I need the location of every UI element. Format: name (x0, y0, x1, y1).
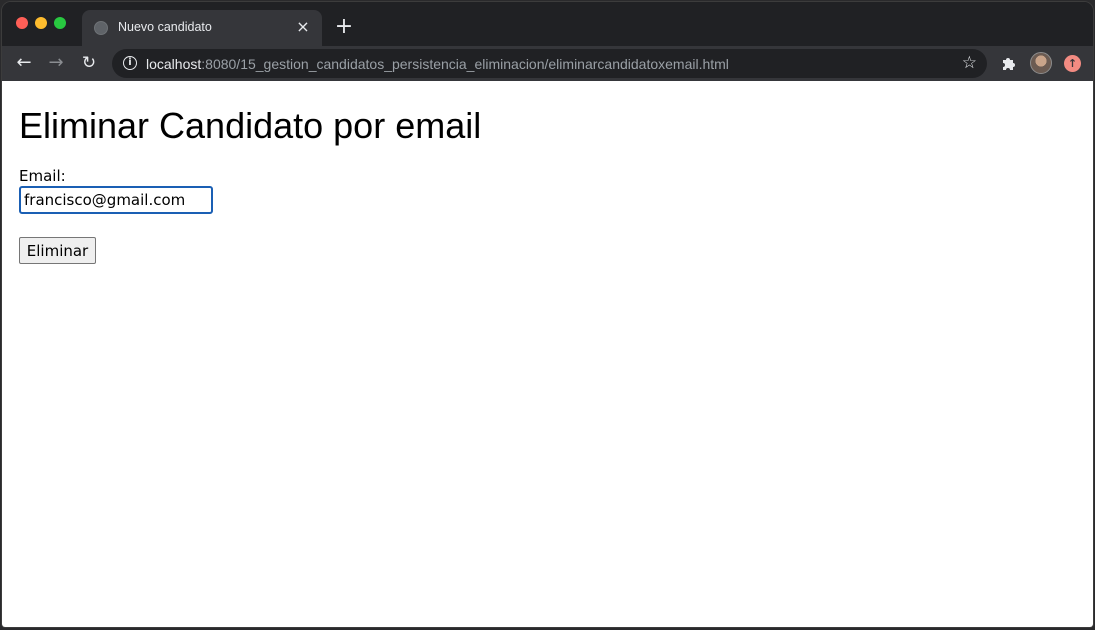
url-path: :8080/15_gestion_candidatos_persistencia… (201, 56, 729, 72)
back-button[interactable]: ← (12, 51, 36, 75)
url-host: localhost (146, 56, 202, 72)
window-close-button[interactable] (16, 17, 28, 29)
email-field[interactable] (19, 186, 213, 214)
browser-window: Nuevo candidato × + ← → ↻ i localhost:80… (1, 1, 1094, 628)
url-text[interactable]: localhost:8080/15_gestion_candidatos_per… (146, 56, 729, 72)
star-icon[interactable]: ☆ (962, 53, 977, 73)
update-icon[interactable]: ↑ (1064, 55, 1081, 72)
tab-nuevo-candidato[interactable]: Nuevo candidato × (82, 10, 322, 46)
email-label: Email: (19, 167, 66, 185)
address-bar[interactable]: i localhost:8080/15_gestion_candidatos_p… (112, 49, 987, 78)
puzzle-icon[interactable] (1000, 55, 1018, 73)
browser-toolbar: ← → ↻ i localhost:8080/15_gestion_candid… (2, 46, 1093, 81)
forward-button[interactable]: → (44, 51, 68, 75)
info-icon[interactable]: i (123, 56, 137, 70)
window-minimize-button[interactable] (35, 17, 47, 29)
close-icon[interactable]: × (294, 18, 312, 36)
avatar[interactable] (1030, 52, 1052, 74)
reload-button[interactable]: ↻ (77, 51, 101, 75)
new-tab-button[interactable]: + (332, 15, 356, 39)
tab-strip: Nuevo candidato × + (2, 2, 1093, 46)
globe-icon (94, 21, 108, 35)
delete-button[interactable]: Eliminar (19, 237, 96, 264)
tab-title: Nuevo candidato (118, 20, 212, 34)
page-title: Eliminar Candidato por email (19, 105, 482, 146)
window-maximize-button[interactable] (54, 17, 66, 29)
page-content: Eliminar Candidato por email Email: Elim… (2, 81, 1093, 627)
